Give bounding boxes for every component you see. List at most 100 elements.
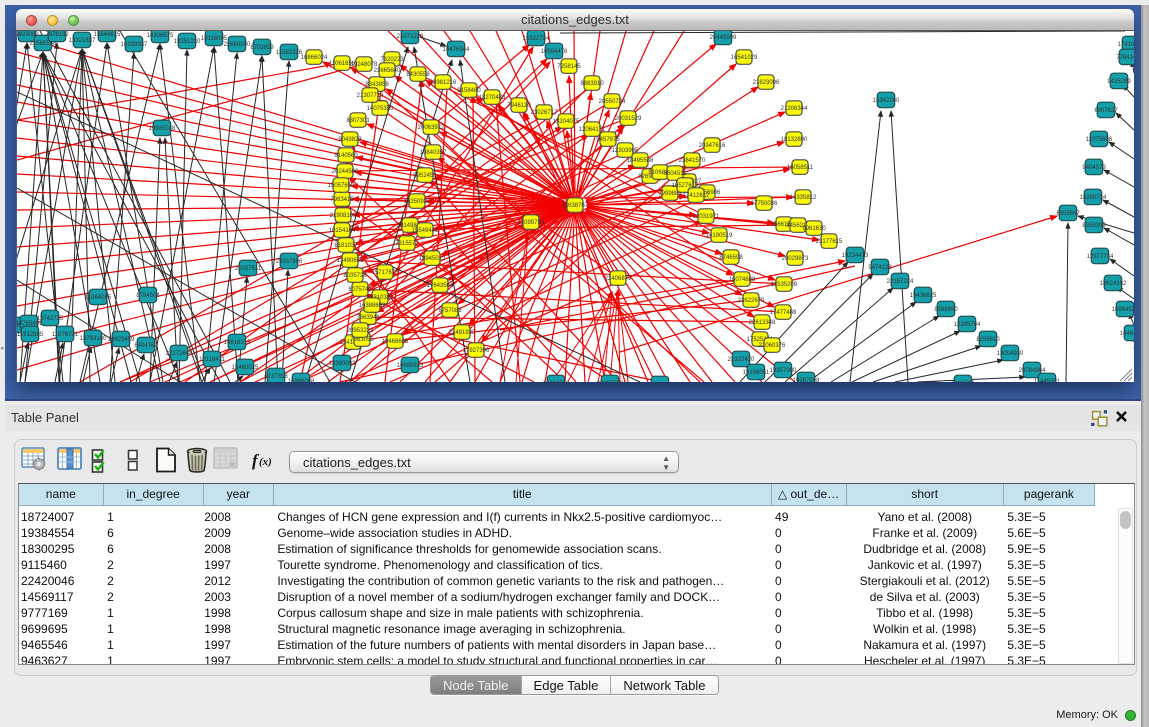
svg-text:6137358: 6137358	[264, 374, 288, 380]
svg-text:10594478: 10594478	[541, 49, 568, 55]
svg-text:10210796: 10210796	[543, 381, 570, 382]
svg-text:22272648: 22272648	[166, 351, 193, 357]
svg-text:11064065: 11064065	[85, 295, 112, 301]
svg-text:11076731: 11076731	[52, 332, 79, 338]
svg-text:11445991: 11445991	[1034, 379, 1061, 382]
svg-text:17477488: 17477488	[770, 310, 797, 316]
svg-text:14464365: 14464365	[1120, 331, 1134, 337]
svg-text:21322420: 21322420	[728, 357, 755, 363]
svg-text:9688581: 9688581	[951, 381, 975, 382]
svg-text:8259810: 8259810	[976, 337, 1000, 343]
svg-text:21623006: 21623006	[753, 80, 780, 86]
svg-text:9404579: 9404579	[1082, 165, 1106, 171]
svg-text:8746598: 8746598	[719, 255, 743, 261]
svg-text:22157224: 22157224	[887, 279, 914, 285]
svg-text:11535209: 11535209	[771, 282, 798, 288]
svg-text:20550734: 20550734	[599, 99, 626, 105]
svg-text:16058511: 16058511	[787, 165, 814, 171]
svg-text:8604511: 8604511	[664, 171, 688, 177]
svg-text:22665640: 22665640	[374, 68, 401, 74]
svg-text:13742735: 13742735	[37, 316, 64, 322]
svg-text:16074688: 16074688	[729, 277, 756, 283]
svg-text:13204075: 13204075	[553, 119, 580, 125]
svg-text:13004930: 13004930	[997, 351, 1024, 357]
svg-text:15717675: 15717675	[372, 270, 399, 276]
svg-text:(x): (x)	[259, 456, 272, 468]
svg-text:16350932: 16350932	[404, 199, 431, 205]
svg-text:13829459: 13829459	[108, 337, 135, 343]
svg-text:17410307: 17410307	[1118, 42, 1134, 48]
svg-text:8703859: 8703859	[250, 45, 274, 51]
svg-text:14335812: 14335812	[790, 195, 817, 201]
svg-text:8035728: 8035728	[343, 273, 367, 279]
svg-text:7663941: 7663941	[356, 315, 380, 321]
svg-text:7764144: 7764144	[1116, 55, 1134, 61]
svg-text:23026717: 23026717	[531, 110, 558, 116]
svg-text:9140560: 9140560	[334, 153, 358, 159]
svg-text:19935038: 19935038	[149, 126, 176, 132]
svg-text:8359399: 8359399	[1082, 223, 1106, 229]
svg-text:8088690: 8088690	[934, 307, 958, 313]
svg-text:12031971: 12031971	[693, 214, 720, 220]
svg-text:7978182: 7978182	[45, 32, 69, 38]
svg-text:10468605: 10468605	[382, 339, 409, 345]
svg-text:12395794: 12395794	[954, 322, 981, 328]
svg-text:8430558: 8430558	[406, 72, 430, 78]
svg-text:14308575: 14308575	[147, 33, 174, 39]
svg-text:20029873: 20029873	[782, 256, 809, 262]
svg-text:17927396: 17927396	[463, 348, 490, 354]
svg-text:23177615: 23177615	[816, 239, 843, 245]
svg-text:13321837: 13321837	[69, 38, 96, 44]
svg-text:8883910: 8883910	[580, 81, 604, 87]
svg-text:8181037: 8181037	[334, 243, 358, 249]
svg-text:22660000: 22660000	[224, 42, 251, 48]
svg-text:23937896: 23937896	[276, 259, 303, 265]
svg-text:22613348: 22613348	[749, 320, 776, 326]
svg-text:11582326: 11582326	[276, 50, 303, 56]
svg-text:19436625: 19436625	[910, 293, 937, 299]
svg-text:6757086: 6757086	[438, 308, 462, 314]
svg-text:17412612: 17412612	[683, 193, 710, 199]
svg-text:15549441: 15549441	[412, 228, 439, 234]
svg-text:16866024: 16866024	[301, 55, 328, 61]
svg-text:21072228: 21072228	[397, 34, 424, 40]
svg-text:20057511: 20057511	[235, 266, 262, 272]
svg-text:19357000: 19357000	[770, 368, 797, 374]
svg-text:17750036: 17750036	[751, 201, 778, 207]
svg-text:13490656: 13490656	[337, 258, 364, 264]
svg-text:8343959: 8343959	[365, 82, 389, 88]
svg-text:21307710: 21307710	[357, 93, 384, 99]
svg-text:20445909: 20445909	[710, 35, 737, 41]
svg-text:9043823: 9043823	[338, 137, 362, 143]
svg-text:16388699: 16388699	[359, 303, 386, 309]
svg-text:22406879: 22406879	[605, 276, 632, 282]
svg-text:15322734: 15322734	[523, 36, 550, 42]
svg-text:14816313: 14816313	[224, 340, 251, 346]
svg-text:18390093: 18390093	[329, 361, 356, 367]
svg-text:6855667: 6855667	[1056, 211, 1080, 217]
svg-text:16541029: 16541029	[731, 55, 758, 61]
svg-text:10154104: 10154104	[329, 228, 356, 234]
svg-text:21491923: 21491923	[449, 330, 476, 336]
svg-text:10840397: 10840397	[420, 150, 447, 156]
svg-text:10984527: 10984527	[1112, 307, 1134, 313]
svg-text:20063972: 20063972	[418, 125, 445, 131]
svg-text:18200724: 18200724	[1080, 195, 1107, 201]
svg-text:21908100: 21908100	[330, 213, 357, 219]
svg-text:8784504: 8784504	[136, 293, 160, 299]
svg-text:9158480: 9158480	[457, 88, 481, 94]
svg-text:12977734: 12977734	[1087, 254, 1114, 260]
svg-text:6007827: 6007827	[1094, 108, 1118, 114]
svg-text:23841570: 23841570	[679, 158, 706, 164]
svg-text:10888088: 10888088	[288, 379, 315, 382]
svg-text:9457975: 9457975	[596, 137, 620, 143]
svg-text:20244500: 20244500	[332, 169, 359, 175]
svg-text:12118411: 12118411	[199, 357, 225, 363]
svg-text:9474128: 9474128	[868, 265, 892, 271]
svg-text:19387508: 19387508	[793, 378, 820, 382]
svg-text:14190519: 14190519	[706, 233, 733, 239]
svg-text:19351230: 19351230	[174, 39, 201, 45]
svg-text:11638767: 11638767	[562, 203, 589, 209]
svg-text:6404769: 6404769	[134, 343, 158, 349]
svg-text:15057659: 15057659	[328, 183, 355, 189]
